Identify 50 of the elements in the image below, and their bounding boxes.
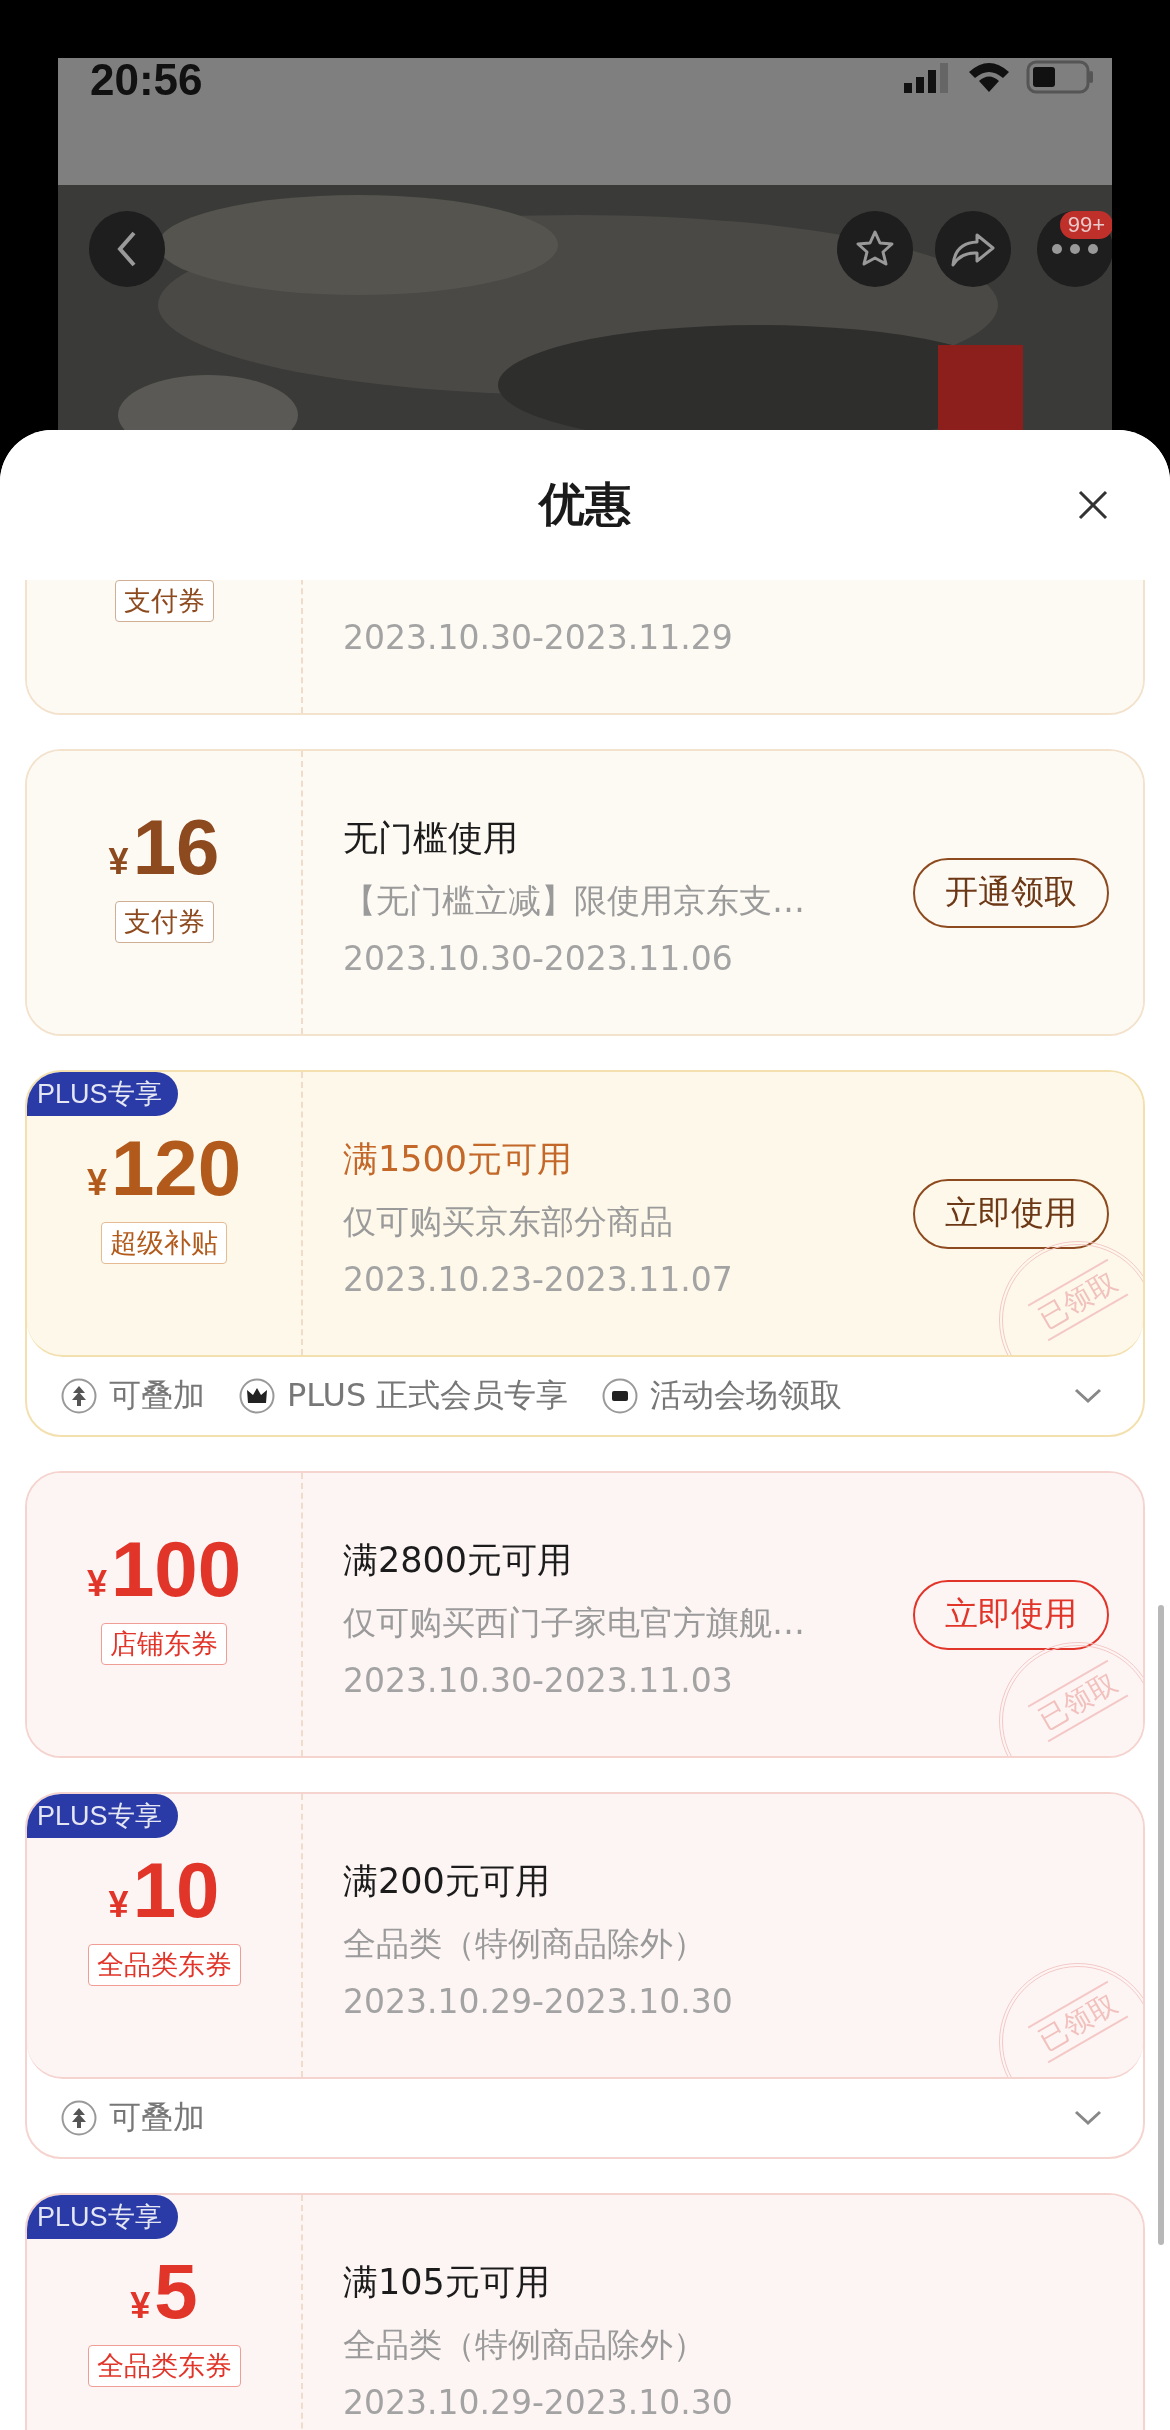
coupon-amount: ¥16: [108, 807, 220, 887]
close-button[interactable]: [1076, 488, 1110, 522]
chevron-down-icon[interactable]: [1073, 1387, 1103, 1405]
crown-icon: [239, 1378, 275, 1414]
coupon-type-tag: 支付券: [114, 580, 214, 622]
battery-icon: [1026, 60, 1094, 94]
coupon-amount: ¥120: [86, 1128, 242, 1208]
validity-dates: 2023.10.30-2023.11.03: [343, 1661, 733, 1700]
ticket-icon: [602, 1378, 639, 1414]
coupon-description: 全品类（特例商品除外）: [343, 2325, 706, 2364]
validity-dates: 2023.10.30-2023.11.29: [343, 618, 733, 657]
close-icon: [1076, 488, 1110, 522]
perk-label: 可叠加: [109, 1375, 205, 1416]
coupon-description: 仅可购买京东部分商品: [343, 1202, 673, 1241]
more-icon: [1051, 243, 1099, 255]
coupon-condition: 满105元可用: [343, 2262, 550, 2302]
coupon-action-button[interactable]: 立即使用: [913, 1178, 1109, 1249]
coupon-type-tag: 全品类东券: [87, 1944, 241, 1986]
perk-label: 活动会场领取: [650, 1375, 843, 1416]
validity-dates: 2023.10.29-2023.10.30: [343, 2383, 733, 2422]
coupon-type-tag: 支付券: [114, 901, 214, 943]
sheet-title: 优惠: [539, 476, 631, 533]
plus-badge: PLUS专享: [27, 2195, 178, 2239]
chevron-down-icon[interactable]: [1073, 2109, 1103, 2127]
stack-icon: [61, 2100, 97, 2136]
coupon-action-button[interactable]: 立即使用: [913, 1579, 1109, 1650]
plus-badge: PLUS专享: [27, 1072, 178, 1116]
coupon-description: 全品类（特例商品除外）: [343, 1924, 706, 1963]
coupon-condition: 无门槛使用: [343, 818, 518, 858]
validity-dates: 2023.10.30-2023.11.06: [343, 939, 733, 978]
validity-dates: 2023.10.23-2023.11.07: [343, 1260, 733, 1299]
coupon-amount: ¥5: [130, 2251, 198, 2331]
coupon-amount: ¥100: [86, 1529, 242, 1609]
status-time: 20:56: [90, 58, 203, 102]
coupon-condition: 满2800元可用: [343, 1540, 573, 1580]
notification-badge: 99+: [1059, 211, 1112, 239]
validity-dates: 2023.10.29-2023.10.30: [343, 1982, 733, 2021]
stack-icon: [61, 1378, 97, 1414]
coupon-type-tag: 全品类东券: [87, 2345, 241, 2387]
coupon-description: 【无门槛立减】限使用京东支…: [343, 881, 805, 920]
coupon-type-tag: 超级补贴: [101, 1222, 227, 1264]
perk-label: PLUS 正式会员专享: [287, 1375, 569, 1416]
coupon-action-button[interactable]: 开通领取: [913, 857, 1109, 928]
coupon-type-tag: 店铺东券: [101, 1623, 227, 1665]
coupon-condition: 满200元可用: [343, 1861, 550, 1901]
coupon-description: 仅可购买西门子家电官方旗舰…: [343, 1603, 805, 1642]
perk-label: 可叠加: [109, 2097, 205, 2138]
coupon-condition: 满1500元可用: [343, 1139, 573, 1179]
plus-badge: PLUS专享: [27, 1794, 178, 1838]
coupon-amount: ¥10: [108, 1850, 220, 1930]
